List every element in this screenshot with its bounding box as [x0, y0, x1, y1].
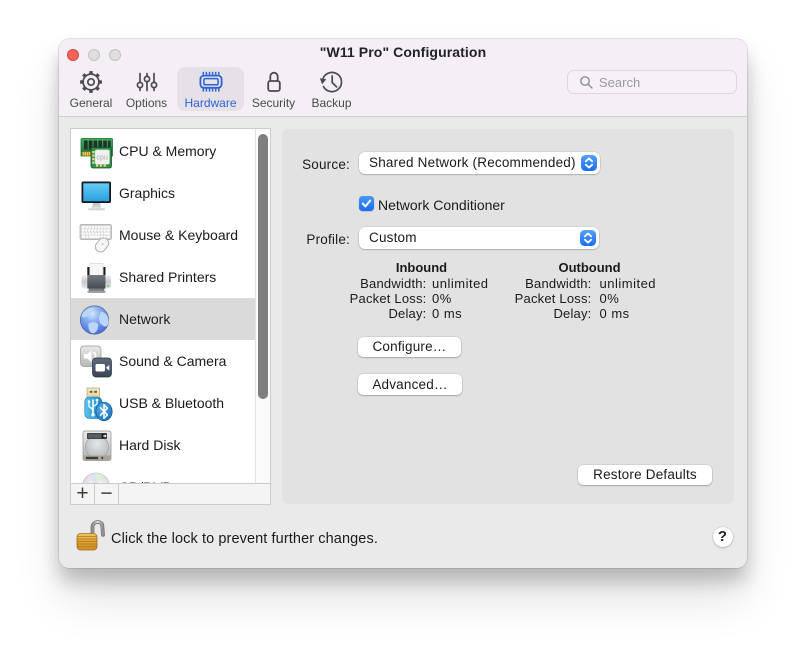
- svg-text:cpu: cpu: [97, 154, 108, 161]
